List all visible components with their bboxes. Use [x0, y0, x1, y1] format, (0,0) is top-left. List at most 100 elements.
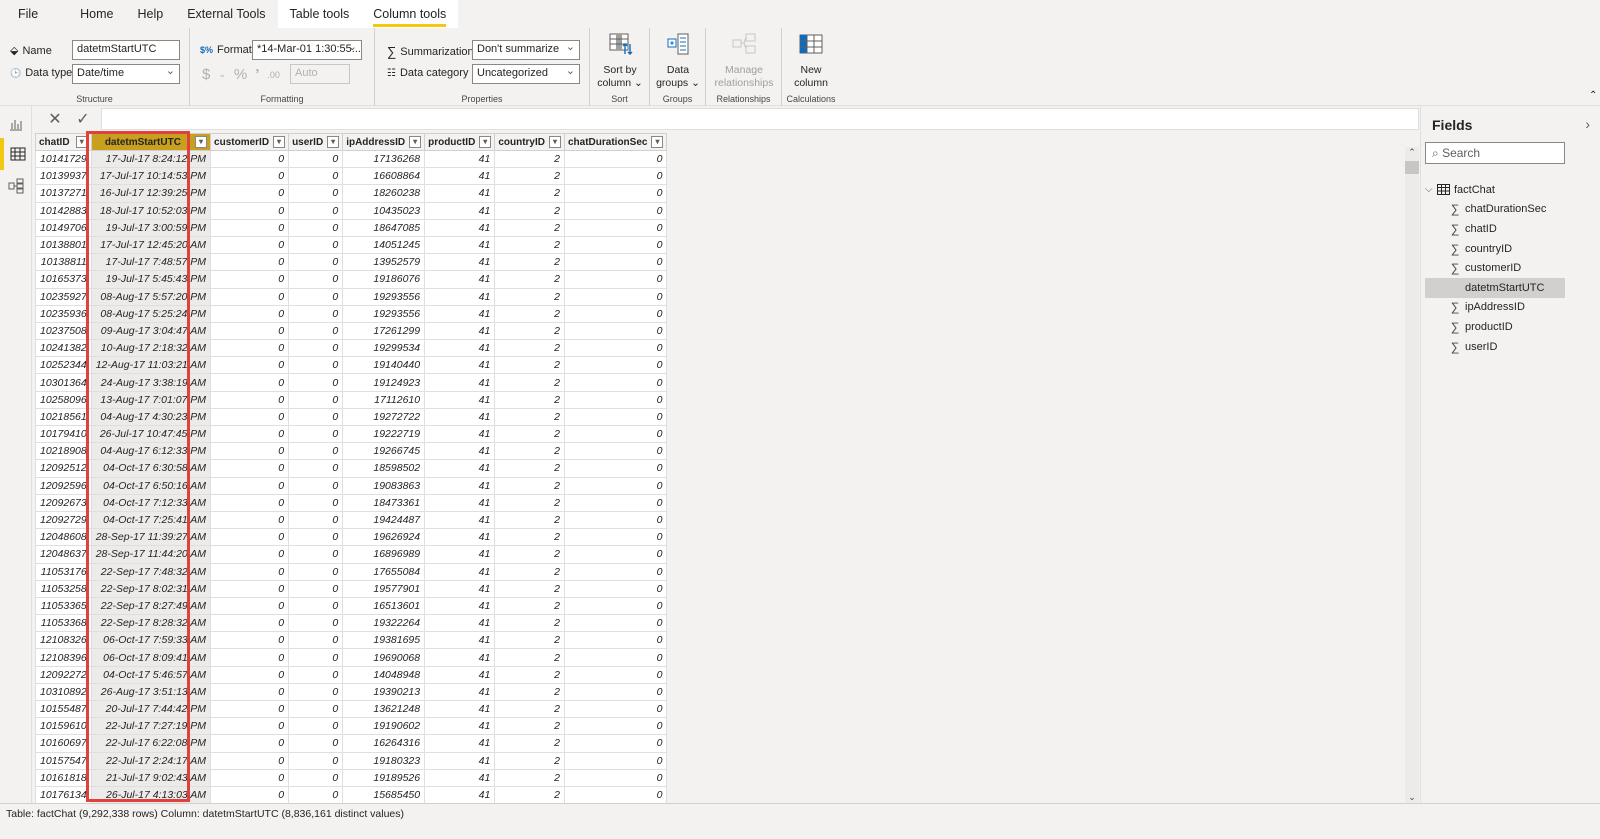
- cell-countryID[interactable]: 2: [494, 545, 565, 564]
- cell-customerID[interactable]: 0: [210, 270, 290, 289]
- cell-productID[interactable]: 41: [424, 665, 496, 684]
- cell-userID[interactable]: 0: [288, 184, 344, 203]
- cell-chatID[interactable]: 10237508: [35, 321, 92, 341]
- fields-search-input[interactable]: ⌕ Search: [1425, 142, 1565, 164]
- cell-productID[interactable]: 41: [424, 510, 496, 530]
- cell-customerID[interactable]: 0: [210, 665, 290, 684]
- cell-ipAddressID[interactable]: 18260238: [342, 184, 426, 203]
- cell-datetmStartUTC[interactable]: 10-Aug-17 2:18:32 AM: [90, 339, 212, 358]
- cell-chatID[interactable]: 12108326: [35, 631, 92, 650]
- cell-userID[interactable]: 0: [288, 407, 344, 427]
- cell-chatID[interactable]: 12092729: [35, 510, 92, 530]
- cell-chatDurationSec[interactable]: 0: [563, 184, 668, 203]
- cell-userID[interactable]: 0: [288, 665, 344, 684]
- cell-chatDurationSec[interactable]: 0: [563, 235, 668, 255]
- cell-datetmStartUTC[interactable]: 12-Aug-17 11:03:21 AM: [90, 356, 212, 375]
- cell-customerID[interactable]: 0: [210, 253, 290, 272]
- cell-chatID[interactable]: 10179410: [35, 424, 92, 444]
- cell-datetmStartUTC[interactable]: 21-Jul-17 9:02:43 AM: [90, 768, 212, 787]
- cell-productID[interactable]: 41: [424, 184, 496, 203]
- column-header-chatDurationSec[interactable]: chatDurationSec ▾: [563, 133, 668, 151]
- cell-chatDurationSec[interactable]: 0: [563, 201, 668, 220]
- filter-dropdown-icon[interactable]: ▾: [273, 136, 286, 148]
- cell-customerID[interactable]: 0: [210, 648, 290, 667]
- field-item-chatID[interactable]: ∑ chatID: [1425, 219, 1565, 239]
- cell-userID[interactable]: 0: [288, 218, 344, 237]
- cell-countryID[interactable]: 2: [494, 424, 565, 444]
- cell-datetmStartUTC[interactable]: 04-Oct-17 5:46:57 AM: [90, 665, 212, 684]
- cell-customerID[interactable]: 0: [210, 510, 290, 530]
- cell-datetmStartUTC[interactable]: 26-Aug-17 3:51:13 AM: [90, 682, 212, 702]
- decimal-places-spinner[interactable]: Auto: [290, 64, 350, 84]
- cell-productID[interactable]: 41: [424, 390, 496, 409]
- field-item-countryID[interactable]: ∑ countryID: [1425, 239, 1565, 259]
- cell-chatID[interactable]: 10142883: [35, 201, 92, 220]
- cell-productID[interactable]: 41: [424, 167, 496, 186]
- cell-customerID[interactable]: 0: [210, 356, 290, 375]
- cell-ipAddressID[interactable]: 16513601: [342, 596, 426, 616]
- decimal-places-icon[interactable]: .00: [267, 70, 280, 80]
- cell-ipAddressID[interactable]: 14048948: [342, 665, 426, 684]
- cell-chatDurationSec[interactable]: 0: [563, 218, 668, 237]
- cell-datetmStartUTC[interactable]: 04-Aug-17 4:30:23 PM: [90, 407, 212, 427]
- cell-productID[interactable]: 41: [424, 545, 496, 564]
- commit-formula-button[interactable]: ✓: [67, 108, 99, 130]
- cell-userID[interactable]: 0: [288, 579, 344, 598]
- cell-chatDurationSec[interactable]: 0: [563, 562, 668, 581]
- cell-ipAddressID[interactable]: 19083863: [342, 476, 426, 495]
- field-item-productID[interactable]: ∑ productID: [1425, 317, 1565, 337]
- cell-datetmStartUTC[interactable]: 16-Jul-17 12:39:25 PM: [90, 184, 212, 203]
- filter-dropdown-icon[interactable]: ▾: [195, 136, 208, 148]
- cell-chatID[interactable]: 12108396: [35, 648, 92, 667]
- cell-customerID[interactable]: 0: [210, 459, 290, 478]
- currency-button[interactable]: $: [202, 66, 210, 83]
- field-item-datetmStartUTC[interactable]: datetmStartUTC: [1425, 277, 1565, 298]
- cell-countryID[interactable]: 2: [494, 665, 565, 684]
- cell-ipAddressID[interactable]: 19690068: [342, 648, 426, 667]
- cell-customerID[interactable]: 0: [210, 734, 290, 753]
- cell-userID[interactable]: 0: [288, 356, 344, 375]
- cell-customerID[interactable]: 0: [210, 167, 290, 186]
- scroll-up-icon[interactable]: ⌃: [1405, 147, 1419, 158]
- cell-userID[interactable]: 0: [288, 339, 344, 358]
- cell-customerID[interactable]: 0: [210, 218, 290, 237]
- cell-countryID[interactable]: 2: [494, 682, 565, 702]
- cell-productID[interactable]: 41: [424, 149, 496, 169]
- cell-userID[interactable]: 0: [288, 699, 344, 719]
- cell-datetmStartUTC[interactable]: 17-Jul-17 7:48:57 PM: [90, 253, 212, 272]
- cell-userID[interactable]: 0: [288, 287, 344, 306]
- cell-customerID[interactable]: 0: [210, 614, 290, 633]
- cell-chatID[interactable]: 10165373: [35, 270, 92, 289]
- cell-ipAddressID[interactable]: 19381695: [342, 631, 426, 650]
- cell-datetmStartUTC[interactable]: 22-Jul-17 6:22:08 PM: [90, 734, 212, 753]
- cell-chatDurationSec[interactable]: 0: [563, 545, 668, 564]
- cell-countryID[interactable]: 2: [494, 270, 565, 289]
- cell-chatDurationSec[interactable]: 0: [563, 665, 668, 684]
- cell-chatID[interactable]: 10149706: [35, 218, 92, 237]
- cell-customerID[interactable]: 0: [210, 235, 290, 255]
- tab-external-tools[interactable]: External Tools: [175, 0, 277, 28]
- cell-chatDurationSec[interactable]: 0: [563, 149, 668, 169]
- cell-chatDurationSec[interactable]: 0: [563, 614, 668, 633]
- cell-customerID[interactable]: 0: [210, 493, 290, 512]
- cell-chatDurationSec[interactable]: 0: [563, 407, 668, 427]
- cell-chatID[interactable]: 10301364: [35, 373, 92, 392]
- cell-ipAddressID[interactable]: 19124923: [342, 373, 426, 392]
- cell-customerID[interactable]: 0: [210, 751, 290, 770]
- cell-chatID[interactable]: 10159610: [35, 717, 92, 736]
- cell-chatDurationSec[interactable]: 0: [563, 287, 668, 306]
- cell-userID[interactable]: 0: [288, 510, 344, 530]
- cell-datetmStartUTC[interactable]: 13-Aug-17 7:01:07 PM: [90, 390, 212, 409]
- cell-countryID[interactable]: 2: [494, 510, 565, 530]
- cell-chatID[interactable]: 10310892: [35, 682, 92, 702]
- cell-productID[interactable]: 41: [424, 339, 496, 358]
- cell-ipAddressID[interactable]: 17261299: [342, 321, 426, 341]
- cell-countryID[interactable]: 2: [494, 631, 565, 650]
- cell-userID[interactable]: 0: [288, 528, 344, 547]
- filter-dropdown-icon[interactable]: ▾: [651, 136, 664, 148]
- cell-chatID[interactable]: 10139937: [35, 167, 92, 186]
- cell-customerID[interactable]: 0: [210, 201, 290, 220]
- cell-ipAddressID[interactable]: 16896989: [342, 545, 426, 564]
- cell-userID[interactable]: 0: [288, 373, 344, 392]
- cell-chatDurationSec[interactable]: 0: [563, 528, 668, 547]
